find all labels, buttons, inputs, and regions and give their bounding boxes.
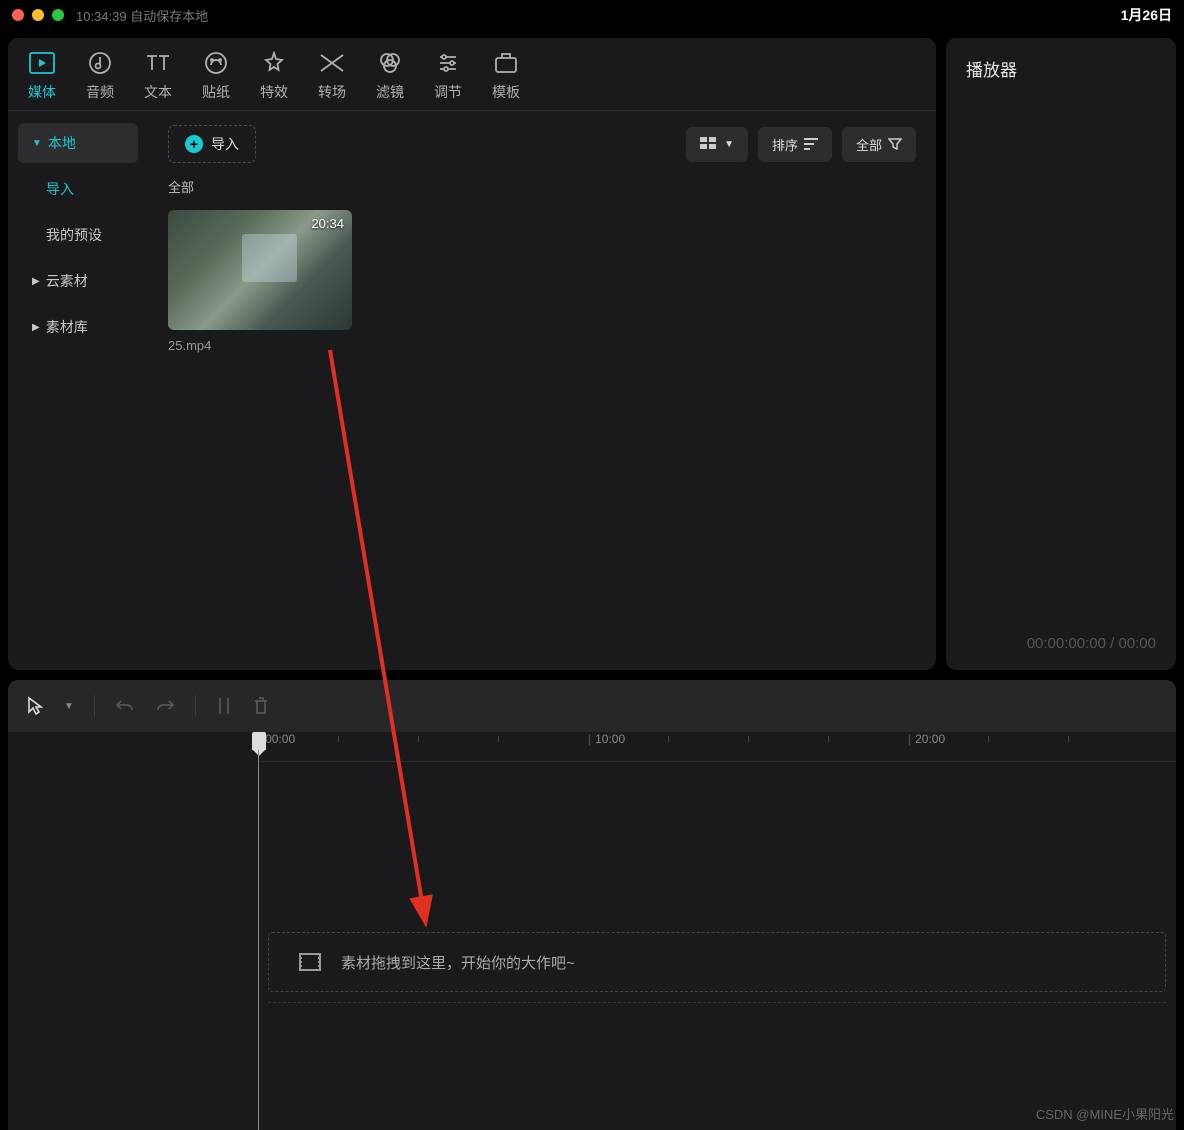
cursor-tool[interactable]	[26, 696, 44, 716]
title-date: 1月26日	[1121, 5, 1172, 25]
tab-label: 媒体	[28, 82, 56, 102]
media-item[interactable]: 20:34 25.mp4	[168, 210, 352, 353]
film-icon	[299, 953, 321, 971]
tab-text[interactable]: 文本	[144, 50, 172, 102]
sort-icon	[804, 138, 818, 150]
template-icon	[493, 50, 519, 76]
watermark: CSDN @MINE小果阳光	[1036, 1104, 1174, 1123]
view-mode-button[interactable]: ▼	[686, 127, 748, 162]
tab-audio[interactable]: 音频	[86, 50, 114, 102]
timeline-track-empty	[268, 1002, 1166, 1052]
autosave-status: 10:34:39 自动保存本地	[76, 6, 208, 25]
text-icon	[145, 50, 171, 76]
media-panel: 媒体 音频 文本 贴纸 特效 转场	[8, 38, 936, 670]
effect-icon	[261, 50, 287, 76]
tab-label: 贴纸	[202, 82, 230, 102]
tab-filter[interactable]: 滤镜	[376, 50, 404, 102]
undo-button[interactable]	[115, 698, 135, 714]
tab-label: 模板	[492, 82, 520, 102]
tab-label: 音频	[86, 82, 114, 102]
split-button[interactable]	[216, 696, 232, 716]
timeline-drop-zone[interactable]: 素材拖拽到这里，开始你的大作吧~	[268, 932, 1166, 992]
delete-button[interactable]	[252, 696, 270, 716]
player-timecode: 00:00:00:00 / 00:00	[1027, 635, 1156, 652]
tab-label: 转场	[318, 82, 346, 102]
tab-transition[interactable]: 转场	[318, 50, 346, 102]
media-sidebar: ▼ 本地 导入 我的预设 ▶ 云素材 ▶ 素材库	[8, 111, 148, 670]
sidebar-item-library[interactable]: ▶ 素材库	[18, 307, 138, 347]
timeline-panel: ▼ 00:00 10:00 20:00	[8, 680, 1176, 1130]
tab-template[interactable]: 模板	[492, 50, 520, 102]
cursor-tool-dropdown[interactable]: ▼	[64, 701, 74, 712]
media-main: + 导入 ▼ 排序 全部	[148, 111, 936, 670]
import-button[interactable]: + 导入	[168, 125, 256, 163]
tab-label: 调节	[434, 82, 462, 102]
title-bar: 10:34:39 自动保存本地 1月26日	[0, 0, 1184, 30]
playhead[interactable]	[258, 732, 260, 1130]
audio-icon	[87, 50, 113, 76]
media-icon	[29, 50, 55, 76]
chevron-down-icon: ▼	[32, 138, 42, 149]
player-panel: 播放器 00:00:00:00 / 00:00	[946, 38, 1176, 670]
chevron-right-icon: ▶	[32, 276, 40, 287]
import-label: 导入	[211, 134, 239, 154]
tab-label: 滤镜	[376, 82, 404, 102]
maximize-window-button[interactable]	[52, 9, 64, 21]
sidebar-item-preset[interactable]: 我的预设	[18, 215, 138, 255]
tab-adjust[interactable]: 调节	[434, 50, 462, 102]
media-duration: 20:34	[311, 216, 344, 231]
top-tabs: 媒体 音频 文本 贴纸 特效 转场	[8, 38, 936, 110]
tab-label: 特效	[260, 82, 288, 102]
tab-media[interactable]: 媒体	[28, 50, 56, 102]
sidebar-item-cloud[interactable]: ▶ 云素材	[18, 261, 138, 301]
sidebar-label: 我的预设	[46, 225, 102, 245]
sort-button[interactable]: 排序	[758, 127, 832, 162]
chevron-down-icon: ▼	[724, 139, 734, 150]
media-thumbnail[interactable]: 20:34	[168, 210, 352, 330]
timeline-ruler[interactable]: 00:00 10:00 20:00	[258, 732, 1176, 762]
sort-label: 排序	[772, 135, 798, 154]
player-title: 播放器	[966, 56, 1156, 81]
close-window-button[interactable]	[12, 9, 24, 21]
tab-sticker[interactable]: 贴纸	[202, 50, 230, 102]
sidebar-item-local[interactable]: ▼ 本地	[18, 123, 138, 163]
adjust-icon	[435, 50, 461, 76]
window-controls	[12, 9, 64, 21]
plus-icon: +	[185, 135, 203, 153]
funnel-icon	[888, 138, 902, 150]
sidebar-item-import[interactable]: 导入	[18, 169, 138, 209]
ruler-tick: 20:00	[908, 732, 945, 746]
ruler-tick: 10:00	[588, 732, 625, 746]
minimize-window-button[interactable]	[32, 9, 44, 21]
sidebar-label: 导入	[46, 179, 74, 199]
tab-label: 文本	[144, 82, 172, 102]
sidebar-label: 本地	[48, 133, 76, 153]
playhead-handle[interactable]	[252, 732, 266, 750]
section-all-label: 全部	[168, 177, 916, 196]
sidebar-label: 云素材	[46, 271, 88, 291]
media-filename: 25.mp4	[168, 338, 352, 353]
timeline-toolbar: ▼	[8, 680, 1176, 732]
filter-icon	[377, 50, 403, 76]
sticker-icon	[203, 50, 229, 76]
chevron-right-icon: ▶	[32, 322, 40, 333]
redo-button[interactable]	[155, 698, 175, 714]
sidebar-label: 素材库	[46, 317, 88, 337]
grid-icon	[700, 137, 718, 151]
drop-hint-text: 素材拖拽到这里，开始你的大作吧~	[341, 952, 575, 973]
tab-effect[interactable]: 特效	[260, 50, 288, 102]
filter-label: 全部	[856, 135, 882, 154]
transition-icon	[319, 50, 345, 76]
filter-all-button[interactable]: 全部	[842, 127, 916, 162]
